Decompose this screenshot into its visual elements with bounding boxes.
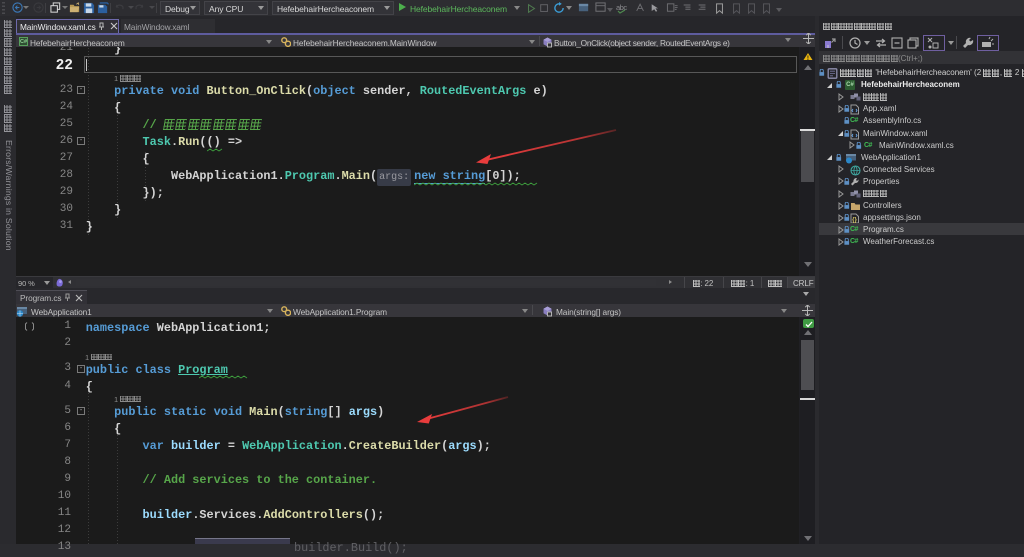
svg-text:!: !: [807, 55, 809, 61]
